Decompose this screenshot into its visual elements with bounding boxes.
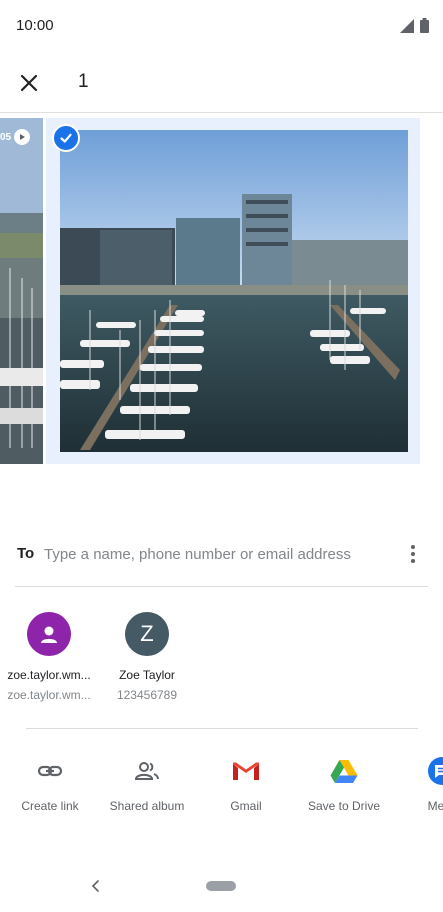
messages-icon: [428, 757, 443, 785]
play-icon: [14, 129, 31, 145]
contact-item[interactable]: Z Zoe Taylor 123456789: [99, 610, 195, 702]
top-bar: 1: [0, 54, 443, 113]
photo-thumbnail-selected[interactable]: [46, 118, 420, 464]
person-icon: [41, 626, 57, 643]
photo-carousel[interactable]: 05: [0, 116, 443, 466]
create-link-button[interactable]: Create link: [0, 755, 100, 813]
close-button[interactable]: [14, 68, 44, 98]
battery-icon: [420, 18, 429, 33]
navigation-bar: [0, 866, 443, 912]
app-label: Gmail: [230, 799, 262, 813]
recipient-row: To: [0, 536, 443, 572]
app-label: Create link: [21, 799, 79, 813]
more-vert-icon[interactable]: [402, 542, 424, 566]
status-icons: [400, 18, 429, 33]
home-button[interactable]: [206, 881, 236, 891]
contact-detail: zoe.taylor.wm...: [7, 688, 91, 702]
gmail-icon: [233, 762, 259, 780]
avatar: [27, 612, 71, 656]
messages-button[interactable]: Mess: [392, 755, 443, 813]
close-icon: [20, 74, 38, 92]
divider: [15, 586, 428, 587]
selected-count: 1: [78, 71, 89, 92]
save-to-drive-button[interactable]: Save to Drive: [294, 755, 394, 813]
gmail-button[interactable]: Gmail: [196, 755, 296, 813]
video-duration: 05: [0, 131, 12, 143]
check-circle-icon[interactable]: [52, 124, 80, 152]
photo-thumbnail-previous[interactable]: 05: [0, 118, 43, 464]
app-label: Mess: [427, 799, 443, 813]
harbor-photo: [60, 130, 408, 452]
contact-name: zoe.taylor.wm...: [7, 668, 91, 682]
drive-icon: [330, 760, 358, 783]
signal-icon: [400, 18, 414, 33]
avatar-letter: Z: [140, 621, 154, 646]
contact-name: Zoe Taylor: [119, 668, 175, 682]
contact-item[interactable]: zoe.taylor.wm... zoe.taylor.wm...: [1, 610, 97, 702]
shared-album-button[interactable]: Shared album: [97, 755, 197, 813]
people-icon: [134, 762, 159, 780]
suggested-contacts: zoe.taylor.wm... zoe.taylor.wm... Z Zoe …: [0, 610, 443, 710]
app-label: Shared album: [109, 799, 185, 813]
to-label: To: [17, 545, 35, 562]
back-button[interactable]: [86, 876, 106, 896]
status-time: 10:00: [16, 17, 54, 34]
avatar: Z: [125, 612, 169, 656]
link-icon: [37, 765, 63, 777]
contact-detail: 123456789: [116, 688, 178, 702]
recipient-input[interactable]: [44, 540, 394, 568]
video-badge: 05: [0, 128, 31, 146]
app-label: Save to Drive: [307, 799, 381, 813]
divider: [26, 728, 418, 729]
share-targets: Create link Shared album Gmail Save to D…: [0, 755, 443, 819]
status-bar: 10:00: [0, 0, 443, 54]
chevron-left-icon: [91, 880, 99, 892]
